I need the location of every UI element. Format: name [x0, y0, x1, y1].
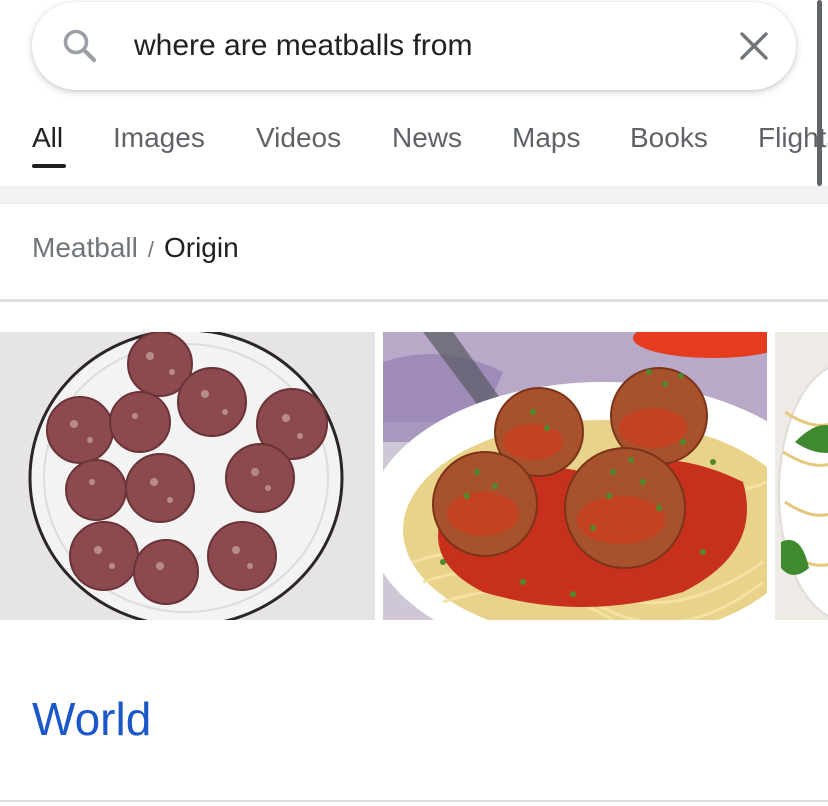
breadcrumb-current: Origin [163, 232, 239, 263]
spaghetti-meatballs-image[interactable] [383, 332, 767, 620]
breadcrumb-parent[interactable]: Meatball [32, 232, 138, 263]
tab-flights[interactable]: Flights [758, 122, 828, 154]
tab-books[interactable]: Books [630, 122, 708, 154]
tab-all[interactable]: All [32, 122, 63, 154]
search-icon[interactable] [60, 26, 100, 66]
search-input[interactable] [134, 24, 694, 68]
tab-images[interactable]: Images [113, 122, 205, 154]
search-bar[interactable] [32, 2, 796, 90]
breadcrumb-separator: / [147, 237, 154, 262]
search-tabs: All Images Videos News Maps Books Flight… [0, 110, 828, 186]
active-tab-indicator [32, 164, 66, 168]
search-results-page: All Images Videos News Maps Books Flight… [0, 0, 828, 806]
close-icon[interactable] [734, 26, 774, 66]
raw-meatballs-on-plate-image[interactable] [0, 332, 375, 620]
bottom-divider [0, 800, 828, 802]
answer-link[interactable]: World [32, 692, 151, 746]
section-separator [0, 186, 828, 204]
breadcrumb: Meatball / Origin [32, 232, 239, 264]
tab-maps[interactable]: Maps [512, 122, 580, 154]
tab-news[interactable]: News [392, 122, 462, 154]
divider [0, 299, 828, 302]
spaghetti-partial-image[interactable] [775, 332, 828, 620]
tab-videos[interactable]: Videos [256, 122, 341, 154]
